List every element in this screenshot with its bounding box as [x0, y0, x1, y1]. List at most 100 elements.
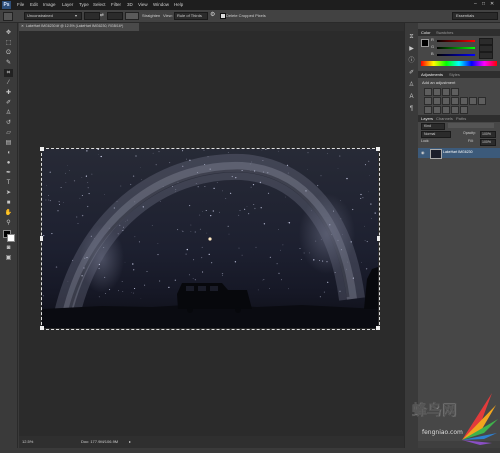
- menu-type[interactable]: Type: [79, 3, 89, 8]
- menu-window[interactable]: Window: [153, 3, 169, 8]
- crop-handle-bottom-left[interactable]: [40, 326, 44, 330]
- zoom-tool-icon[interactable]: ⚲: [4, 219, 13, 227]
- crop-tool-icon[interactable]: ⌗: [4, 69, 13, 77]
- menu-view[interactable]: View: [138, 3, 148, 8]
- layer-row[interactable]: ◉ LakeHart IMG6230: [418, 148, 500, 158]
- gradient-tool-icon[interactable]: ▤: [4, 139, 13, 147]
- crop-height-field[interactable]: [107, 12, 123, 20]
- color-spectrum-bar[interactable]: [421, 61, 497, 66]
- color-foreground-swatch[interactable]: [421, 39, 429, 47]
- straighten-label[interactable]: Straighten: [142, 14, 160, 18]
- crop-handle-bottom-right[interactable]: [376, 326, 380, 330]
- brush-tool-icon[interactable]: ✐: [4, 99, 13, 107]
- hand-tool-icon[interactable]: ✋: [4, 209, 13, 217]
- selective-color-icon[interactable]: [460, 106, 468, 114]
- history-brush-tool-icon[interactable]: ↺: [4, 119, 13, 127]
- menu-help[interactable]: Help: [174, 3, 183, 8]
- menu-image[interactable]: Image: [43, 3, 56, 8]
- history-panel-icon[interactable]: ⧖: [407, 33, 416, 41]
- color-balance-icon[interactable]: [442, 97, 450, 105]
- close-tab-icon[interactable]: ✕: [21, 25, 24, 29]
- photo-filter-icon[interactable]: [460, 97, 468, 105]
- rectangle-tool-icon[interactable]: ■: [4, 199, 13, 207]
- gear-icon[interactable]: ⚙: [210, 12, 215, 18]
- opacity-field[interactable]: 100%: [480, 131, 496, 138]
- red-value-field[interactable]: [479, 38, 493, 45]
- type-tool-icon[interactable]: T: [4, 179, 13, 187]
- black-white-icon[interactable]: [451, 97, 459, 105]
- red-slider[interactable]: [437, 40, 475, 42]
- menu-edit[interactable]: Edit: [30, 3, 38, 8]
- maximize-icon[interactable]: □: [482, 2, 485, 7]
- threshold-icon[interactable]: [442, 106, 450, 114]
- properties-panel-icon[interactable]: ⓘ: [407, 57, 416, 65]
- fill-field[interactable]: 100%: [480, 139, 496, 146]
- crop-handle-left[interactable]: [40, 236, 43, 241]
- zoom-level[interactable]: 12.5%: [22, 440, 33, 444]
- paragraph-panel-icon[interactable]: ¶: [407, 105, 416, 113]
- menu-3d[interactable]: 3D: [127, 3, 133, 8]
- path-selection-tool-icon[interactable]: ➤: [4, 189, 13, 197]
- adjustments-tab[interactable]: Adjustments: [421, 73, 443, 77]
- status-arrow-icon[interactable]: ▸: [129, 440, 131, 444]
- clone-stamp-tool-icon[interactable]: ♙: [4, 109, 13, 117]
- layer-filter-select[interactable]: Kind: [421, 123, 445, 130]
- marquee-tool-icon[interactable]: ⬚: [4, 39, 13, 47]
- screen-mode-icon[interactable]: ▣: [4, 254, 13, 262]
- curves-icon[interactable]: [442, 88, 450, 96]
- eye-icon[interactable]: ◉: [421, 151, 425, 155]
- eraser-tool-icon[interactable]: ▱: [4, 129, 13, 137]
- layer-filter-icons[interactable]: [448, 123, 494, 128]
- pen-tool-icon[interactable]: ✒: [4, 169, 13, 177]
- levels-icon[interactable]: [433, 88, 441, 96]
- posterize-icon[interactable]: [433, 106, 441, 114]
- layer-name[interactable]: LakeHart IMG6230: [443, 151, 473, 155]
- styles-tab[interactable]: Styles: [449, 73, 460, 77]
- color-lookup-icon[interactable]: [478, 97, 486, 105]
- background-color-swatch[interactable]: [7, 234, 15, 242]
- paths-tab[interactable]: Paths: [456, 117, 466, 121]
- crop-width-field[interactable]: [84, 12, 100, 20]
- overlay-view-select[interactable]: Rule of Thirds: [174, 12, 208, 20]
- swatches-tab[interactable]: Swatches: [436, 31, 453, 35]
- green-slider[interactable]: [437, 47, 475, 49]
- eyedropper-tool-icon[interactable]: ⁄: [4, 79, 13, 87]
- brightness-contrast-icon[interactable]: [424, 88, 432, 96]
- color-tab[interactable]: Color: [421, 31, 431, 35]
- channels-tab[interactable]: Channels: [436, 117, 453, 121]
- crop-handle-top-left[interactable]: [40, 147, 44, 151]
- quick-mask-icon[interactable]: ◙: [4, 244, 13, 252]
- blend-mode-select[interactable]: Normal: [421, 131, 451, 138]
- lasso-tool-icon[interactable]: ʘ: [4, 49, 13, 57]
- menu-file[interactable]: File: [17, 3, 24, 8]
- exposure-icon[interactable]: [451, 88, 459, 96]
- blur-tool-icon[interactable]: ◖: [4, 149, 13, 157]
- vibrance-icon[interactable]: [424, 97, 432, 105]
- blue-slider[interactable]: [437, 54, 475, 56]
- blue-value-field[interactable]: [479, 52, 493, 59]
- crop-marquee[interactable]: [41, 148, 380, 330]
- minimize-icon[interactable]: –: [474, 2, 477, 7]
- crop-tool-preset-icon[interactable]: [3, 12, 13, 21]
- clear-button[interactable]: [125, 12, 139, 20]
- hue-saturation-icon[interactable]: [433, 97, 441, 105]
- workspace-select[interactable]: Essentials: [452, 12, 498, 20]
- clone-source-panel-icon[interactable]: ♙: [407, 81, 416, 89]
- close-icon[interactable]: ✕: [490, 2, 494, 7]
- document-tab[interactable]: ✕ LakeHart IMG6230.tif @ 12.5% (LakeHart…: [19, 23, 139, 31]
- layers-tab[interactable]: Layers: [421, 117, 433, 121]
- character-panel-icon[interactable]: A: [407, 93, 416, 101]
- quick-select-tool-icon[interactable]: ✎: [4, 59, 13, 67]
- green-value-field[interactable]: [479, 45, 493, 52]
- crop-handle-top-right[interactable]: [376, 147, 380, 151]
- menu-select[interactable]: Select: [93, 3, 106, 8]
- brush-panel-icon[interactable]: ✐: [407, 69, 416, 77]
- invert-icon[interactable]: [424, 106, 432, 114]
- healing-brush-tool-icon[interactable]: ✚: [4, 89, 13, 97]
- move-tool-icon[interactable]: ✥: [4, 29, 13, 37]
- menu-layer[interactable]: Layer: [62, 3, 73, 8]
- gradient-map-icon[interactable]: [451, 106, 459, 114]
- crop-handle-right[interactable]: [377, 236, 380, 241]
- dodge-tool-icon[interactable]: ●: [4, 159, 13, 167]
- menu-filter[interactable]: Filter: [111, 3, 121, 8]
